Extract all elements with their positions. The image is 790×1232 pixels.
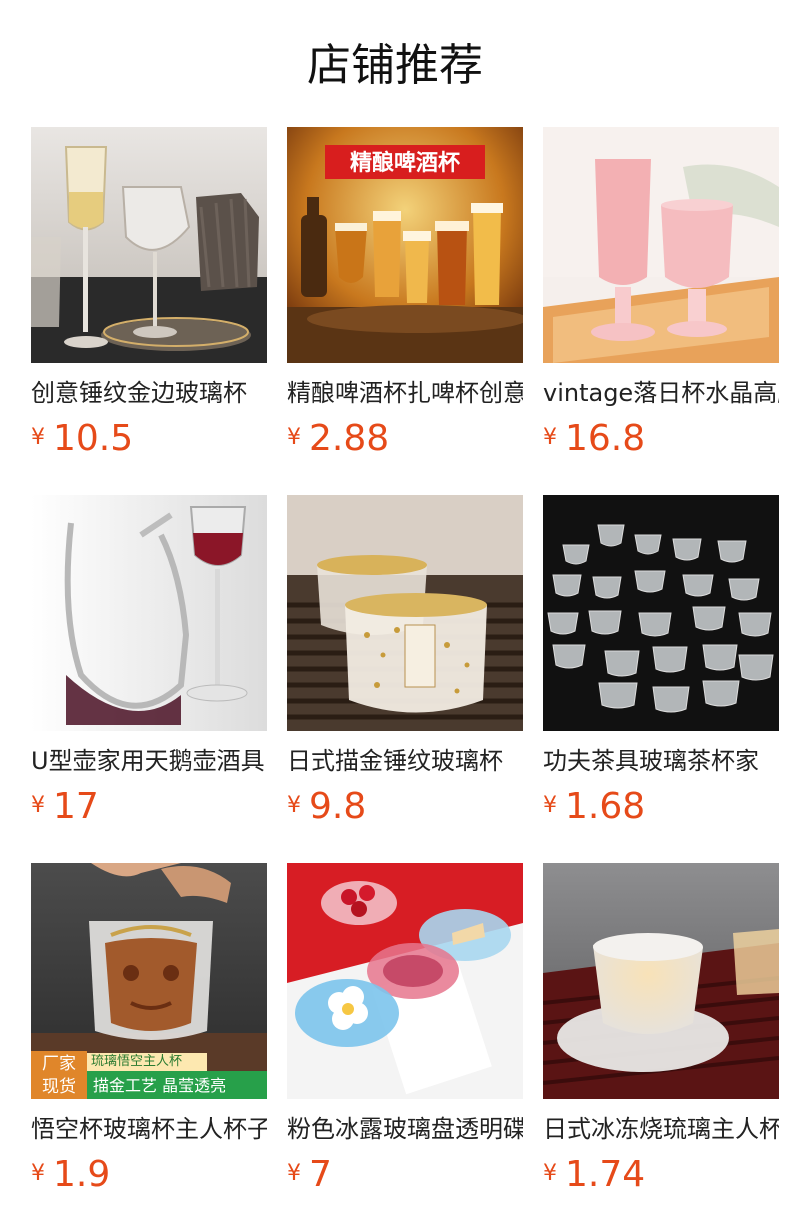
product-card[interactable]: 精酿啤酒杯 精酿啤酒杯扎啤杯创意 ¥ 2.88	[287, 127, 523, 467]
product-name[interactable]: vintage落日杯水晶高脚杯	[543, 377, 779, 409]
product-image[interactable]	[543, 127, 779, 363]
product-price: ¥17	[31, 785, 99, 829]
product-card[interactable]: 粉色冰露玻璃盘透明碟 ¥7	[287, 863, 523, 1203]
product-image[interactable]	[543, 495, 779, 731]
product-image[interactable]	[287, 863, 523, 1099]
product-name[interactable]: 日式冰冻烧琉璃主人杯	[543, 1113, 779, 1145]
product-image[interactable]	[287, 495, 523, 731]
currency-symbol: ¥	[31, 1161, 45, 1186]
price-value: 7	[309, 1154, 332, 1195]
product-image[interactable]	[31, 127, 267, 363]
product-price: ¥10.5	[31, 417, 133, 461]
product-name[interactable]: 日式描金锤纹玻璃杯	[287, 745, 523, 777]
product-price: ¥1.74	[543, 1153, 645, 1197]
badge-line-2: 现货	[42, 1077, 76, 1097]
product-image[interactable]: 精酿啤酒杯	[287, 127, 523, 363]
product-price: ¥7	[287, 1153, 332, 1197]
price-value: 1.68	[565, 786, 646, 827]
product-price: ¥2.88	[287, 417, 389, 461]
currency-symbol: ¥	[287, 425, 301, 450]
product-card[interactable]: 日式描金锤纹玻璃杯 ¥9.8	[287, 495, 523, 835]
product-price: ¥9.8	[287, 785, 366, 829]
currency-symbol: ¥	[31, 425, 45, 450]
product-card[interactable]: 厂家 现货 琉璃悟空主人杯 描金工艺 晶莹透亮 悟空杯玻璃杯主人杯子 ¥1.9	[31, 863, 267, 1203]
banner-bottom-text: 描金工艺 晶莹透亮	[93, 1076, 227, 1095]
price-value: 9.8	[309, 786, 367, 827]
price-value: 1.9	[53, 1154, 111, 1195]
price-value: 16.8	[565, 418, 646, 459]
product-image[interactable]	[543, 863, 779, 1099]
price-value: 10.5	[53, 418, 134, 459]
badge-line-1: 厂家	[42, 1054, 76, 1074]
product-image[interactable]: 厂家 现货 琉璃悟空主人杯 描金工艺 晶莹透亮	[31, 863, 267, 1099]
product-card[interactable]: 日式冰冻烧琉璃主人杯 ¥1.74	[543, 863, 779, 1203]
currency-symbol: ¥	[287, 1161, 301, 1186]
product-name[interactable]: 悟空杯玻璃杯主人杯子	[31, 1113, 267, 1145]
product-price: ¥1.68	[543, 785, 645, 829]
image-banner-text: 精酿啤酒杯	[350, 150, 460, 176]
product-name[interactable]: 精酿啤酒杯扎啤杯创意	[287, 377, 523, 409]
product-image[interactable]	[31, 495, 267, 731]
product-name[interactable]: U型壶家用天鹅壶酒具	[31, 745, 267, 777]
page-title: 店铺推荐	[307, 40, 483, 91]
product-name[interactable]: 粉色冰露玻璃盘透明碟	[287, 1113, 523, 1145]
currency-symbol: ¥	[543, 1161, 557, 1186]
factory-badge: 厂家 现货	[31, 1053, 87, 1099]
product-name[interactable]: 功夫茶具玻璃茶杯家	[543, 745, 779, 777]
price-value: 1.74	[565, 1154, 646, 1195]
price-value: 2.88	[309, 418, 390, 459]
banner-top-text: 琉璃悟空主人杯	[91, 1054, 183, 1069]
product-card[interactable]: 创意锤纹金边玻璃杯 ¥10.5	[31, 127, 267, 467]
product-price: ¥1.9	[31, 1153, 110, 1197]
product-card[interactable]: 功夫茶具玻璃茶杯家 ¥1.68	[543, 495, 779, 835]
product-price: ¥16.8	[543, 417, 645, 461]
product-name[interactable]: 创意锤纹金边玻璃杯	[31, 377, 267, 409]
price-value: 17	[53, 786, 99, 827]
product-card[interactable]: vintage落日杯水晶高脚杯 ¥16.8	[543, 127, 779, 467]
currency-symbol: ¥	[31, 793, 45, 818]
currency-symbol: ¥	[287, 793, 301, 818]
product-card[interactable]: U型壶家用天鹅壶酒具 ¥17	[31, 495, 267, 835]
currency-symbol: ¥	[543, 425, 557, 450]
currency-symbol: ¥	[543, 793, 557, 818]
